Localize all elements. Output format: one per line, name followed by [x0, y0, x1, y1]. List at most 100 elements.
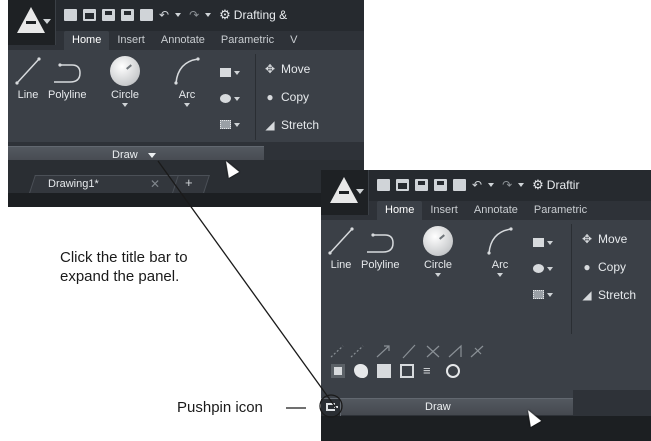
- hatch-icon: [220, 94, 231, 104]
- gradient-button[interactable]: [533, 286, 555, 300]
- chevron-down-icon: [184, 103, 190, 107]
- hatch-button[interactable]: [220, 90, 242, 104]
- copy-icon: ●: [266, 90, 274, 104]
- rectangle-button[interactable]: [533, 234, 555, 248]
- drawing-canvas[interactable]: [8, 193, 364, 207]
- circle-label: Circle: [423, 259, 453, 271]
- copy-icon: ●: [583, 260, 591, 274]
- copy-button[interactable]: ● Copy: [580, 260, 626, 274]
- tab-insert[interactable]: Insert: [109, 31, 153, 50]
- stretch-button[interactable]: ◢ Stretch: [580, 288, 636, 302]
- tab-parametric[interactable]: Parametric: [526, 201, 595, 220]
- save-as-icon[interactable]: [121, 9, 134, 21]
- save-as-icon[interactable]: [434, 179, 447, 191]
- undo-icon[interactable]: ↶: [159, 9, 169, 21]
- drawing-canvas[interactable]: [321, 416, 651, 441]
- divide-icon[interactable]: ≡: [423, 364, 437, 378]
- circle-icon: [423, 226, 453, 256]
- polyline-label: Polyline: [361, 259, 400, 271]
- application-logo-icon: [330, 177, 358, 203]
- undo-dropdown-icon[interactable]: [488, 179, 496, 191]
- tab-insert[interactable]: Insert: [422, 201, 466, 220]
- document-tab-bar: Drawing1* ✕ +: [8, 160, 364, 193]
- panel-title: Draw: [425, 401, 451, 413]
- workspace-switcher[interactable]: ⚙ Draftir: [532, 177, 579, 193]
- circle-label: Circle: [110, 89, 140, 101]
- open-icon[interactable]: [396, 179, 409, 191]
- stretch-icon: ◢: [582, 288, 592, 302]
- stretch-label: Stretch: [281, 118, 320, 132]
- arc-button[interactable]: Arc: [483, 226, 517, 277]
- tab-parametric[interactable]: Parametric: [213, 31, 282, 50]
- tab-view[interactable]: V: [282, 31, 305, 50]
- undo-icon[interactable]: ↶: [472, 179, 482, 191]
- plus-icon: +: [185, 175, 193, 190]
- pushpin-callout-text: Pushpin icon: [177, 399, 263, 416]
- polyline-button[interactable]: Polyline: [361, 226, 400, 271]
- undo-dropdown-icon[interactable]: [175, 9, 183, 21]
- move-button[interactable]: ✥ Move: [580, 232, 627, 246]
- document-tab-label: Drawing1*: [48, 178, 99, 190]
- redo-icon[interactable]: ↷: [502, 179, 512, 191]
- application-menu-button[interactable]: [8, 0, 56, 45]
- line-button[interactable]: Line: [324, 226, 358, 271]
- move-icon: ✥: [264, 62, 276, 76]
- print-icon[interactable]: [140, 9, 153, 21]
- gradient-button[interactable]: [220, 116, 242, 130]
- tab-home[interactable]: Home: [377, 201, 423, 220]
- new-icon[interactable]: [377, 179, 390, 191]
- ribbon-body: Line Polyline Circle Arc ✥ Move ● Copy ◢ St…: [8, 50, 364, 142]
- stretch-icon: ◢: [265, 118, 275, 132]
- line-button[interactable]: Line: [11, 56, 45, 101]
- wipeout-icon[interactable]: [377, 364, 391, 378]
- chevron-down-icon: [356, 189, 364, 194]
- donut-icon[interactable]: [446, 364, 460, 378]
- open-icon[interactable]: [83, 9, 96, 21]
- new-icon[interactable]: [64, 9, 77, 21]
- region-icon[interactable]: [331, 364, 345, 378]
- chevron-down-icon: [148, 153, 156, 158]
- expanded-draw-panel: ≡: [321, 336, 573, 398]
- application-menu-button[interactable]: [321, 170, 369, 215]
- close-icon[interactable]: ✕: [150, 177, 160, 191]
- expand-callout-text: Click the title bar to expand the panel.: [60, 248, 188, 286]
- redo-dropdown-icon[interactable]: [205, 9, 213, 21]
- workspace-label: Drafting &: [233, 8, 288, 22]
- chevron-down-icon: [435, 273, 441, 277]
- redo-dropdown-icon[interactable]: [518, 179, 526, 191]
- ribbon-body: Line Polyline Circle Arc ✥ Move ● Copy ◢ St…: [321, 220, 651, 398]
- redo-icon[interactable]: ↷: [189, 9, 199, 21]
- polyline-label: Polyline: [48, 89, 87, 101]
- rectangle-button[interactable]: [220, 64, 242, 78]
- workspace-switcher[interactable]: ⚙ Drafting &: [219, 7, 287, 23]
- move-label: Move: [598, 232, 628, 246]
- workspace-label: Draftir: [546, 178, 580, 192]
- tab-annotate[interactable]: Annotate: [466, 201, 526, 220]
- move-icon: ✥: [581, 232, 593, 246]
- circle-button[interactable]: Circle: [110, 56, 140, 107]
- hatch-icon: [533, 264, 544, 274]
- arc-button[interactable]: Arc: [170, 56, 204, 107]
- hatch-button[interactable]: [533, 260, 555, 274]
- chevron-down-icon: [122, 103, 128, 107]
- line-label: Line: [330, 259, 352, 271]
- pushpin-icon: [326, 403, 338, 411]
- pushpin-button[interactable]: [321, 399, 341, 416]
- tab-home[interactable]: Home: [64, 31, 110, 50]
- polyline-button[interactable]: Polyline: [48, 56, 87, 101]
- quick-access-toolbar: ↶ ↷ ⚙ Draftir: [377, 177, 579, 193]
- copy-button[interactable]: ● Copy: [263, 90, 309, 104]
- move-button[interactable]: ✥ Move: [263, 62, 310, 76]
- save-icon[interactable]: [102, 9, 115, 21]
- tab-annotate[interactable]: Annotate: [153, 31, 213, 50]
- revision-cloud-icon[interactable]: [354, 364, 368, 378]
- save-icon[interactable]: [415, 179, 428, 191]
- line-icon: [328, 227, 354, 255]
- line-label: Line: [17, 89, 39, 101]
- copy-label: Copy: [598, 260, 627, 274]
- circle-button[interactable]: Circle: [423, 226, 453, 277]
- boundary-icon[interactable]: [400, 364, 414, 378]
- line-icon: [15, 57, 41, 85]
- stretch-button[interactable]: ◢ Stretch: [263, 118, 319, 132]
- print-icon[interactable]: [453, 179, 466, 191]
